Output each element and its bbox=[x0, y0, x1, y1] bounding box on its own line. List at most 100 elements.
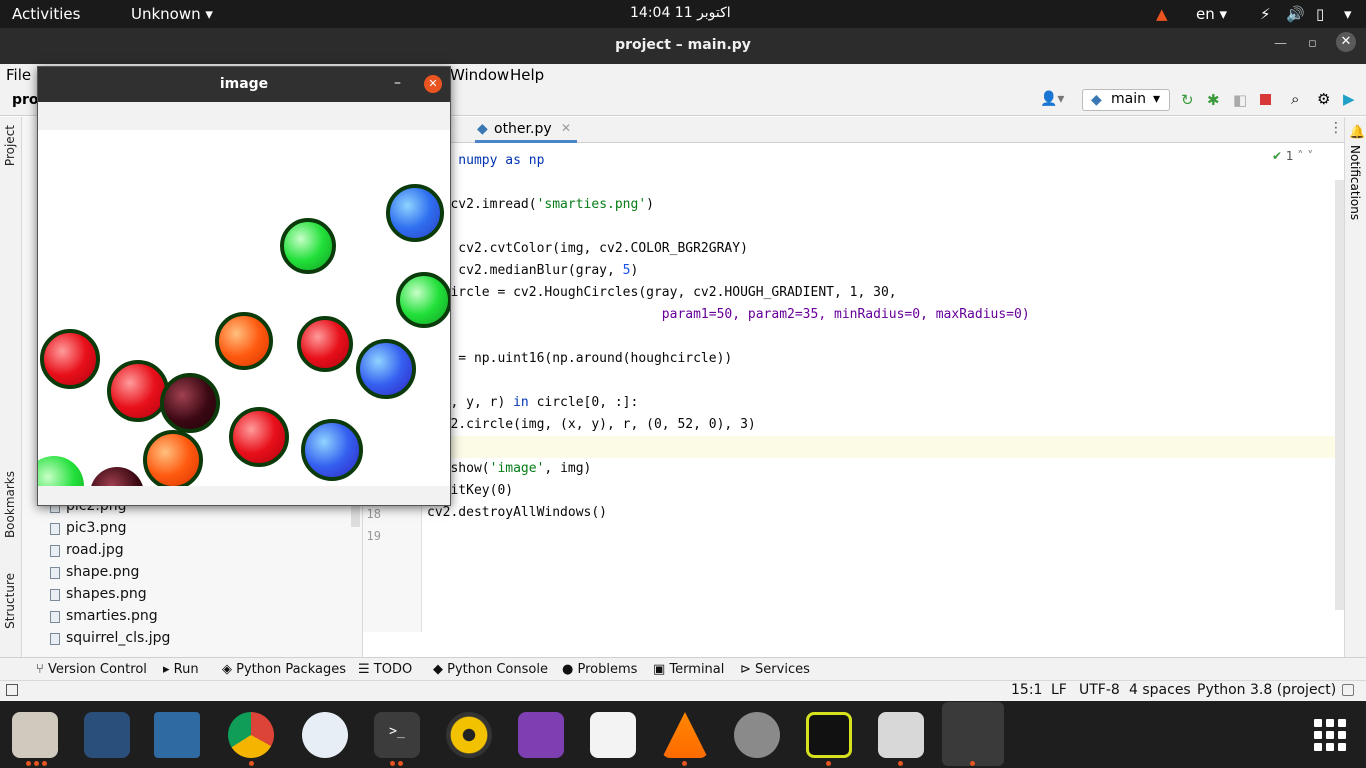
list-item[interactable]: shape.png bbox=[50, 564, 139, 580]
tool-label: Python Packages bbox=[236, 662, 346, 677]
list-item[interactable]: pic3.png bbox=[50, 520, 126, 536]
stop-icon[interactable] bbox=[1260, 94, 1271, 105]
chevron-down-icon[interactable]: ˅ bbox=[1307, 149, 1313, 163]
rhythmbox-icon[interactable] bbox=[446, 712, 492, 758]
check-icon: ✔ bbox=[1272, 149, 1283, 163]
tool-python-packages[interactable]: ◈ Python Packages bbox=[222, 662, 346, 677]
user-icon[interactable]: 👤▾ bbox=[1040, 91, 1064, 107]
image-window[interactable]: image – ✕ bbox=[37, 66, 451, 506]
image-window-titlebar[interactable]: image – ✕ bbox=[38, 67, 450, 102]
image-viewer-icon[interactable] bbox=[878, 712, 924, 758]
tab-project[interactable]: Project bbox=[3, 125, 17, 166]
list-item[interactable]: shapes.png bbox=[50, 586, 147, 602]
android-studio-icon[interactable] bbox=[302, 712, 348, 758]
vlc-icon[interactable] bbox=[662, 712, 708, 758]
pycharm-app-icon[interactable] bbox=[806, 712, 852, 758]
battery-icon[interactable]: ▯ bbox=[1316, 5, 1324, 23]
menu-help[interactable]: Help bbox=[510, 66, 544, 84]
pycharm-logo-icon[interactable]: ▶ bbox=[1343, 90, 1355, 108]
red-smartie bbox=[107, 360, 169, 422]
close-button[interactable]: ✕ bbox=[424, 75, 442, 93]
file-name: shapes.png bbox=[66, 586, 147, 602]
inspection-count: 1 bbox=[1285, 149, 1294, 163]
run-config-select[interactable]: ◆ main ▾ bbox=[1082, 89, 1170, 111]
rerun-icon[interactable]: ↻ bbox=[1181, 91, 1194, 109]
running-indicator bbox=[826, 761, 831, 766]
coverage-icon[interactable]: ◧ bbox=[1233, 91, 1247, 109]
menu-file[interactable]: File bbox=[6, 66, 31, 84]
volume-icon[interactable]: 🔊 bbox=[1286, 5, 1305, 23]
chrome-icon[interactable] bbox=[228, 712, 274, 758]
tab-other-py[interactable]: ◆ other.py ✕ bbox=[475, 117, 577, 143]
list-icon: ☰ bbox=[358, 662, 370, 677]
tool-python-console[interactable]: ◆ Python Console bbox=[433, 662, 548, 677]
show-apps-icon[interactable] bbox=[1314, 719, 1346, 751]
bell-icon[interactable]: 🔔 bbox=[1349, 125, 1365, 140]
terminal-app-icon[interactable]: >_ bbox=[374, 712, 420, 758]
interpreter[interactable]: Python 3.8 (project) bbox=[1197, 682, 1336, 698]
line-separator[interactable]: LF bbox=[1051, 682, 1067, 698]
clock[interactable]: 14:04 11 اکتوبر bbox=[630, 5, 731, 21]
code-line: (x, y, r) in circle[0, :]: bbox=[427, 395, 639, 410]
active-window-icon[interactable] bbox=[942, 702, 1004, 766]
vlc-tray-icon[interactable]: ▲ bbox=[1156, 5, 1168, 23]
red-smartie bbox=[229, 407, 289, 467]
debug-icon[interactable]: ✱ bbox=[1207, 91, 1220, 109]
tool-windows-toggle-icon[interactable] bbox=[6, 684, 18, 696]
tool-run[interactable]: ▸ Run bbox=[163, 662, 199, 677]
settings-icon[interactable] bbox=[734, 712, 780, 758]
text-editor-icon[interactable] bbox=[590, 712, 636, 758]
code-line: param1=50, param2=35, minRadius=0, maxRa… bbox=[427, 307, 1030, 322]
python-file-icon: ◆ bbox=[477, 121, 488, 137]
code-number: 5 bbox=[622, 263, 631, 278]
chevron-up-icon[interactable]: ˄ bbox=[1297, 149, 1303, 163]
more-tabs-icon[interactable]: ⋮ bbox=[1329, 120, 1343, 136]
running-indicator bbox=[249, 761, 254, 766]
tool-problems[interactable]: ● Problems bbox=[562, 662, 637, 677]
close-button[interactable]: ✕ bbox=[1336, 32, 1356, 52]
app-menu-label: Unknown bbox=[131, 5, 201, 23]
tool-todo[interactable]: ☰ TODO bbox=[358, 662, 412, 677]
onenote-icon[interactable] bbox=[518, 712, 564, 758]
editor-scrollbar[interactable] bbox=[1335, 180, 1344, 610]
system-menu-chevron-icon[interactable]: ▾ bbox=[1344, 5, 1352, 23]
close-tab-icon[interactable]: ✕ bbox=[561, 121, 571, 135]
indent-setting[interactable]: 4 spaces bbox=[1129, 682, 1191, 698]
tab-structure[interactable]: Structure bbox=[3, 573, 17, 629]
caret-position[interactable]: 15:1 bbox=[1011, 682, 1042, 698]
gear-icon[interactable]: ⚙ bbox=[1317, 90, 1330, 108]
tab-bookmarks[interactable]: Bookmarks bbox=[3, 471, 17, 538]
dock: >_ bbox=[0, 701, 1366, 768]
running-indicator bbox=[26, 761, 31, 766]
maximize-button[interactable]: ▫ bbox=[1308, 36, 1317, 51]
tool-terminal[interactable]: ▣ Terminal bbox=[653, 662, 724, 677]
lock-icon[interactable] bbox=[1342, 684, 1354, 696]
search-icon[interactable]: ⌕ bbox=[1291, 90, 1299, 108]
running-indicator bbox=[398, 761, 403, 766]
language-indicator[interactable]: en ▾ bbox=[1196, 5, 1227, 23]
image-file-icon bbox=[50, 633, 60, 645]
list-item[interactable]: squirrel_cls.jpg bbox=[50, 630, 170, 646]
vscode-icon[interactable] bbox=[84, 712, 130, 758]
network-icon[interactable]: ⚡ bbox=[1260, 5, 1271, 23]
inspection-widget[interactable]: ✔ 1 ˄ ˅ bbox=[1272, 149, 1313, 163]
green-smartie bbox=[280, 218, 336, 274]
tool-services[interactable]: ⊳ Services bbox=[740, 662, 810, 677]
activities-button[interactable]: Activities bbox=[12, 5, 80, 23]
orange-smartie bbox=[215, 312, 273, 370]
code-line: = cv2.imread('smarties.png') bbox=[427, 197, 654, 212]
virtualbox-icon[interactable] bbox=[154, 712, 200, 758]
play-icon: ▸ bbox=[163, 662, 170, 677]
language-label: en bbox=[1196, 5, 1215, 23]
tab-notifications[interactable]: Notifications bbox=[1348, 145, 1362, 220]
minimize-button[interactable]: – bbox=[394, 75, 401, 91]
app-menu[interactable]: Unknown ▾ bbox=[131, 5, 213, 23]
list-item[interactable]: smarties.png bbox=[50, 608, 158, 624]
list-item[interactable]: road.jpg bbox=[50, 542, 124, 558]
code-editor[interactable]: ✔ 1 ˄ ˅ ort numpy as np = cv2.imread('sm… bbox=[422, 143, 1344, 632]
file-encoding[interactable]: UTF-8 bbox=[1079, 682, 1120, 698]
tool-version-control[interactable]: ⑂ Version Control bbox=[36, 662, 147, 677]
files-icon[interactable] bbox=[12, 712, 58, 758]
menu-window[interactable]: Window bbox=[450, 66, 509, 84]
minimize-button[interactable]: — bbox=[1274, 36, 1287, 51]
